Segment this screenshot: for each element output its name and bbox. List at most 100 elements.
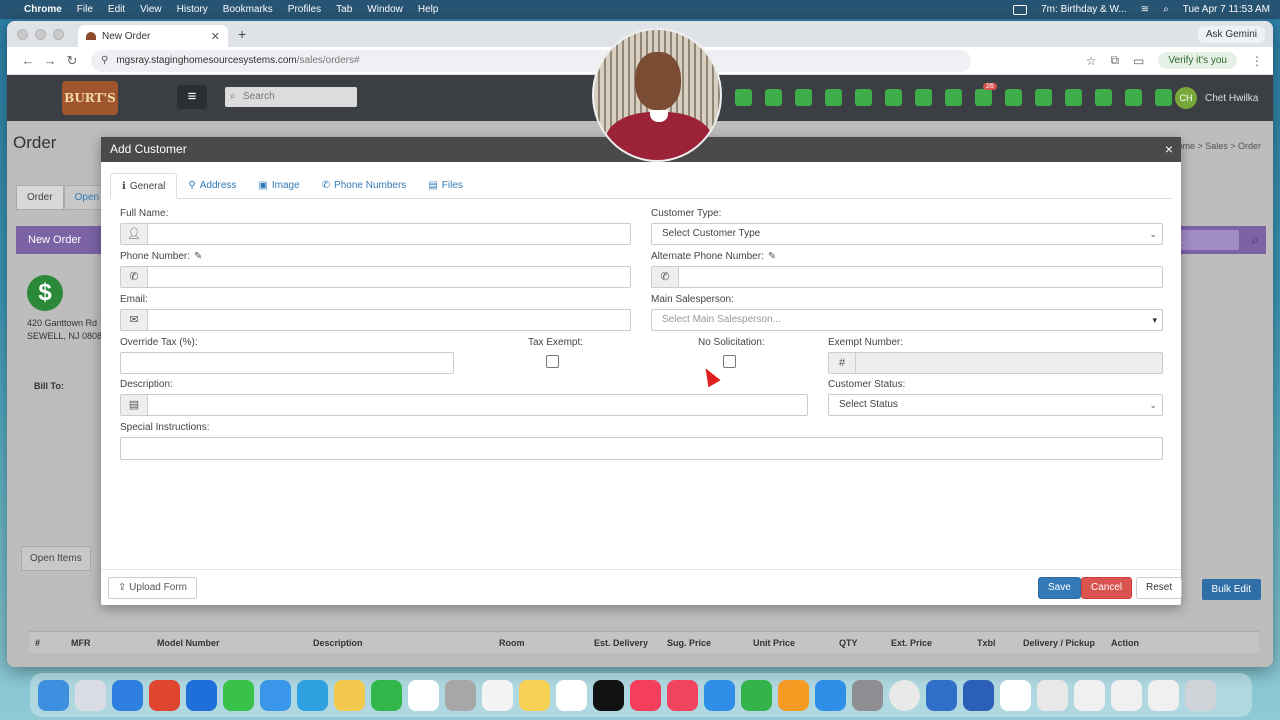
menu-profiles[interactable]: Profiles xyxy=(288,4,321,15)
special-instructions-textarea[interactable] xyxy=(120,437,1163,460)
alt-phone-field[interactable]: ✆ xyxy=(651,266,1163,288)
graduation-cap-icon[interactable] xyxy=(855,89,872,106)
app-search-input[interactable]: ⌕ Search xyxy=(225,87,357,107)
cart-icon[interactable] xyxy=(975,89,992,106)
finder-icon[interactable] xyxy=(38,679,69,711)
email-field[interactable]: ✉ xyxy=(120,309,631,331)
wifi-icon[interactable]: ≋ xyxy=(1141,4,1149,15)
gear-icon[interactable] xyxy=(915,89,932,106)
extensions-icon[interactable]: ⧉ xyxy=(1110,53,1119,68)
bell-icon[interactable] xyxy=(1155,89,1172,106)
menu-edit[interactable]: Edit xyxy=(108,4,125,15)
save-button[interactable]: Save xyxy=(1038,577,1081,599)
document-thumbnail-icon[interactable] xyxy=(1074,679,1105,711)
tab-image[interactable]: ▣ Image xyxy=(247,173,310,199)
facetime-icon[interactable] xyxy=(371,679,402,711)
photos-icon[interactable] xyxy=(334,679,365,711)
launchpad-icon[interactable] xyxy=(75,679,106,711)
logo[interactable]: BURT'S xyxy=(62,81,118,115)
close-tab-icon[interactable]: ✕ xyxy=(211,30,220,43)
snowflake-app-icon[interactable] xyxy=(186,679,217,711)
system-settings-icon[interactable] xyxy=(852,679,883,711)
user-menu[interactable]: CH Chet Hwilka xyxy=(1175,87,1258,109)
tax-exempt-checkbox[interactable] xyxy=(546,355,559,368)
document-thumbnail-icon[interactable] xyxy=(1111,679,1142,711)
app-store-icon[interactable] xyxy=(815,679,846,711)
no-solicitation-checkbox[interactable] xyxy=(723,355,736,368)
calculator-icon[interactable] xyxy=(885,89,902,106)
menu-help[interactable]: Help xyxy=(418,4,439,15)
freeform-icon[interactable] xyxy=(556,679,587,711)
star-icon[interactable] xyxy=(1065,89,1082,106)
register-icon[interactable] xyxy=(945,89,962,106)
word-icon[interactable] xyxy=(963,679,994,711)
browser-tab[interactable]: New Order ✕ xyxy=(78,25,228,47)
magnet-icon[interactable] xyxy=(795,89,812,106)
site-info-icon[interactable]: ⚲ xyxy=(101,55,108,66)
reload-icon[interactable]: ↻ xyxy=(61,53,83,69)
menu-tab[interactable]: Tab xyxy=(336,4,352,15)
maps-icon[interactable] xyxy=(297,679,328,711)
tab-open-items[interactable]: Open Items xyxy=(21,546,91,571)
search-icon[interactable]: ⌕ xyxy=(1163,4,1169,15)
chart-icon[interactable] xyxy=(825,89,842,106)
folder-icon[interactable] xyxy=(1095,89,1112,106)
document-thumbnail-icon[interactable] xyxy=(1148,679,1179,711)
verify-button[interactable]: Verify it's you xyxy=(1158,52,1237,69)
screen-record-icon[interactable] xyxy=(1013,4,1028,15)
contacts-icon[interactable] xyxy=(445,679,476,711)
cast-icon[interactable]: ▭ xyxy=(1133,54,1144,68)
bank-icon[interactable] xyxy=(735,89,752,106)
outlook-icon[interactable] xyxy=(926,679,957,711)
briefcase-icon[interactable] xyxy=(1005,89,1022,106)
pencil-icon[interactable]: ✎ xyxy=(768,251,776,262)
music-icon[interactable] xyxy=(630,679,661,711)
customer-type-select[interactable]: Select Customer Type ⌄ xyxy=(651,223,1163,245)
slack-icon[interactable] xyxy=(1000,679,1031,711)
phone-number-field[interactable]: ✆ xyxy=(120,266,631,288)
browser-menu-icon[interactable]: ⋮ xyxy=(1251,54,1263,68)
menu-bookmarks[interactable]: Bookmarks xyxy=(223,4,273,15)
pages-icon[interactable] xyxy=(778,679,809,711)
messages-icon[interactable] xyxy=(223,679,254,711)
users-icon[interactable] xyxy=(1035,89,1052,106)
menu-history[interactable]: History xyxy=(177,4,208,15)
main-salesperson-select[interactable]: Select Main Salesperson... ▾ xyxy=(651,309,1163,331)
chat-icon[interactable] xyxy=(1125,89,1142,106)
description-field[interactable]: ▤ xyxy=(120,394,808,416)
location-icon[interactable] xyxy=(765,89,782,106)
keynote-icon[interactable] xyxy=(704,679,735,711)
calendar-icon[interactable] xyxy=(408,679,439,711)
tab-phone-numbers[interactable]: ✆ Phone Numbers xyxy=(311,173,418,199)
menu-toggle-icon[interactable]: ≡ xyxy=(177,85,207,109)
tab-order[interactable]: Order xyxy=(16,185,64,210)
reset-button[interactable]: Reset xyxy=(1136,577,1183,599)
upload-form-button[interactable]: ⇪ Upload Form xyxy=(108,577,197,599)
menu-app-name[interactable]: Chrome xyxy=(24,4,62,15)
datetime[interactable]: Tue Apr 7 11:53 AM xyxy=(1183,4,1270,15)
search-icon[interactable]: ⌕ xyxy=(1251,231,1259,248)
news-icon[interactable] xyxy=(667,679,698,711)
override-tax-field[interactable] xyxy=(120,352,454,374)
new-tab-icon[interactable]: + xyxy=(238,26,246,42)
cancel-button[interactable]: Cancel xyxy=(1081,577,1133,599)
calendar-event[interactable]: 7m: Birthday & W... xyxy=(1041,4,1127,15)
pencil-icon[interactable]: ✎ xyxy=(194,251,202,262)
menu-window[interactable]: Window xyxy=(367,4,403,15)
mail-icon[interactable] xyxy=(260,679,291,711)
downloads-folder-icon[interactable] xyxy=(1037,679,1068,711)
close-window-button[interactable] xyxy=(17,28,28,40)
apple-tv-icon[interactable] xyxy=(593,679,624,711)
close-icon[interactable]: × xyxy=(1165,137,1173,162)
back-icon[interactable]: ← xyxy=(17,53,39,68)
pdf-app-icon[interactable] xyxy=(149,679,180,711)
safari-icon[interactable] xyxy=(112,679,143,711)
chrome-icon[interactable] xyxy=(889,679,920,711)
forward-icon[interactable]: → xyxy=(39,53,61,68)
tab-general[interactable]: ℹ General xyxy=(110,173,178,199)
numbers-icon[interactable] xyxy=(741,679,772,711)
reminders-icon[interactable] xyxy=(482,679,513,711)
menu-file[interactable]: File xyxy=(77,4,93,15)
tab-files[interactable]: ▤ Files xyxy=(417,173,474,199)
notes-icon[interactable] xyxy=(519,679,550,711)
